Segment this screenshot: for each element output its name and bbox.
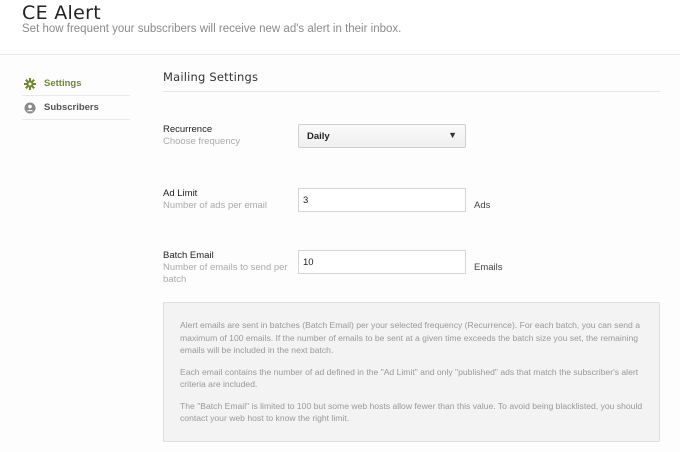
- section-title: Mailing Settings: [163, 70, 660, 92]
- sidebar-item-settings[interactable]: Settings: [22, 72, 130, 96]
- info-paragraph: The "Batch Email" is limited to 100 but …: [180, 400, 643, 424]
- sidebar-item-label: Settings: [44, 78, 82, 89]
- batch-email-unit: Emails: [474, 262, 503, 273]
- recurrence-selected-value: Daily: [307, 131, 330, 142]
- recurrence-select[interactable]: Daily ▼: [298, 124, 466, 148]
- ad-limit-label: Ad Limit: [163, 188, 198, 199]
- page-title: CE Alert: [22, 2, 101, 24]
- batch-email-row: Batch Email Number of emails to send per…: [163, 250, 660, 290]
- ad-limit-unit: Ads: [474, 200, 491, 211]
- sidebar-item-subscribers[interactable]: Subscribers: [22, 96, 130, 120]
- recurrence-label: Recurrence: [163, 124, 213, 135]
- sidebar: Settings Subscribers: [22, 72, 130, 120]
- ad-limit-input[interactable]: 3: [298, 188, 466, 212]
- info-box: Alert emails are sent in batches (Batch …: [163, 302, 660, 442]
- content-area: Settings Subscribers Mailing Settings Re…: [0, 56, 680, 452]
- batch-email-help: Number of emails to send per batch: [163, 262, 288, 285]
- recurrence-help: Choose frequency: [163, 136, 241, 147]
- info-paragraph: Each email contains the number of ad def…: [180, 366, 639, 390]
- dropdown-arrow-icon: ▼: [448, 130, 457, 140]
- sidebar-item-label: Subscribers: [44, 102, 99, 113]
- info-paragraph: Alert emails are sent in batches (Batch …: [180, 320, 640, 355]
- batch-email-input[interactable]: 10: [298, 250, 466, 274]
- page-header: CE Alert Set how frequent your subscribe…: [0, 0, 680, 55]
- ad-limit-help: Number of ads per email: [163, 200, 268, 211]
- page-subtitle: Set how frequent your subscribers will r…: [22, 23, 402, 35]
- recurrence-row: Recurrence Choose frequency Daily ▼: [163, 124, 660, 154]
- user-icon: [24, 102, 36, 114]
- batch-email-label: Batch Email: [163, 250, 214, 261]
- settings-panel: Mailing Settings Recurrence Choose frequ…: [163, 70, 660, 442]
- gear-icon: [24, 77, 36, 90]
- ad-limit-row: Ad Limit Number of ads per email 3 Ads: [163, 188, 660, 218]
